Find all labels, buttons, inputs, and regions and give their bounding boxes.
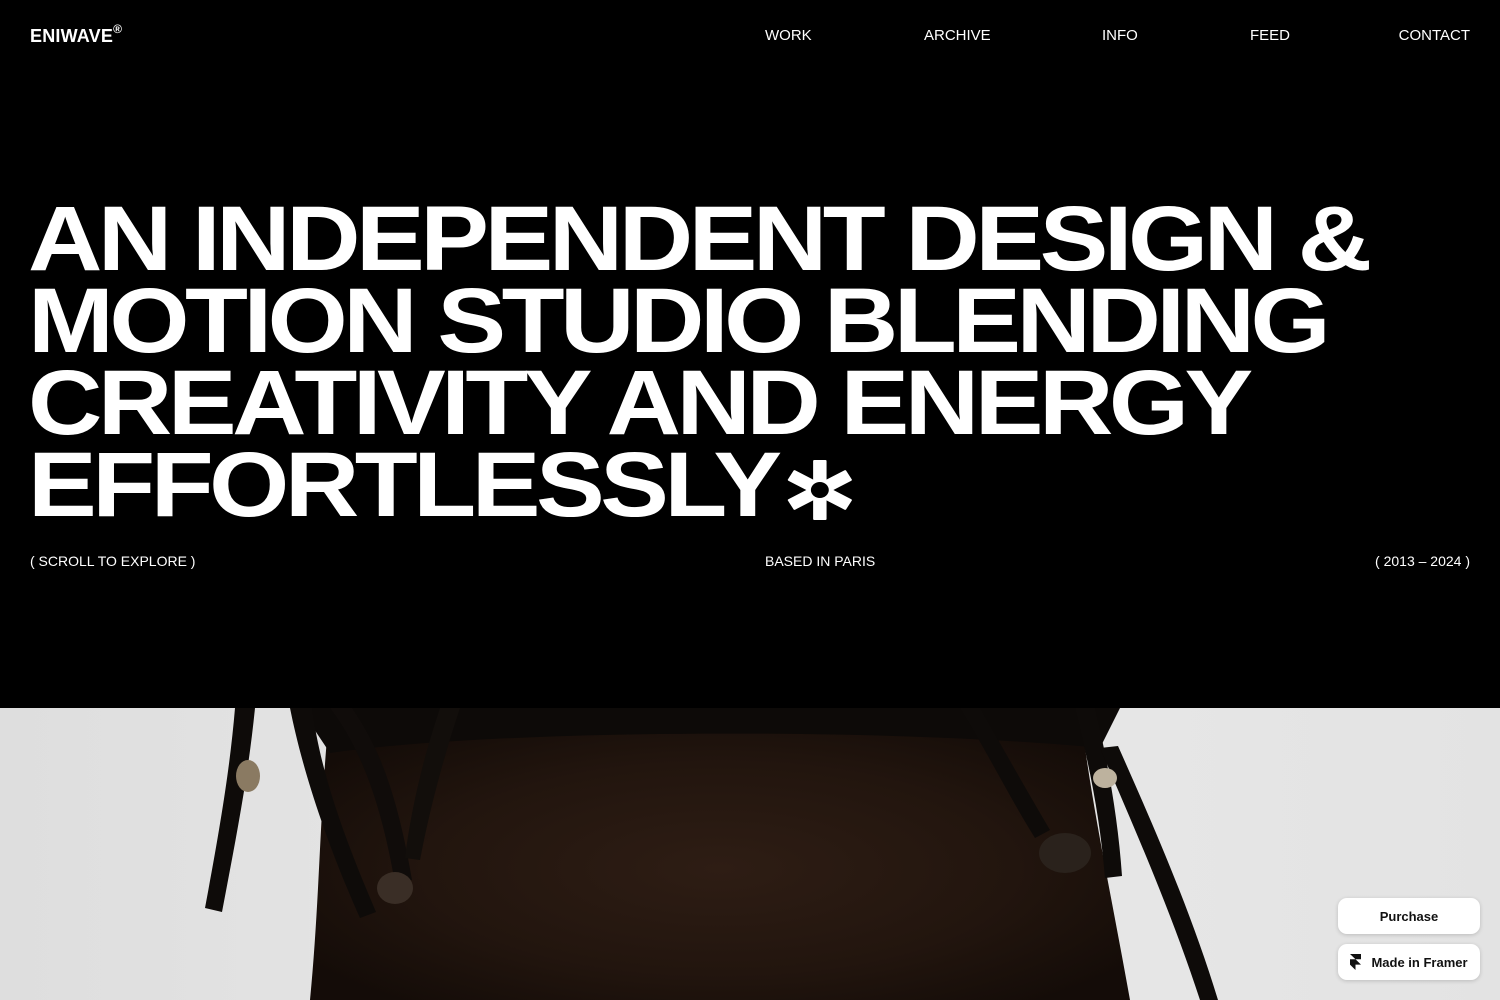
logo-text: ENIWAVE (30, 26, 114, 46)
nav-item-contact[interactable]: CONTACT (1399, 27, 1470, 44)
purchase-button[interactable]: Purchase (1338, 898, 1480, 934)
scroll-hint[interactable]: ( SCROLL TO EXPLORE ) (30, 553, 195, 569)
site-header: ENIWAVE® WORK ARCHIVE INFO FEED CONTACT (0, 0, 1500, 72)
portrait-photo (0, 708, 1500, 1000)
hero-headline: AN INDEPENDENT DESIGN & MOTION STUDIO BL… (28, 188, 1500, 531)
years-text: ( 2013 – 2024 ) (1375, 553, 1470, 569)
portrait-illustration (0, 708, 1500, 1000)
headline-line: EFFORTLESSLY (28, 434, 782, 536)
location-text: BASED IN PARIS (765, 553, 876, 569)
nav-item-archive[interactable]: ARCHIVE (924, 27, 991, 44)
headline-line: AN INDEPENDENT DESIGN & (28, 188, 1372, 290)
framer-logo-icon (1350, 954, 1362, 970)
headline-line: MOTION STUDIO BLENDING (28, 270, 1331, 372)
made-in-framer-button[interactable]: Made in Framer (1338, 944, 1480, 980)
registered-mark: ® (113, 22, 123, 36)
nav-item-feed[interactable]: FEED (1250, 27, 1290, 44)
logo[interactable]: ENIWAVE® (30, 22, 123, 47)
purchase-label: Purchase (1379, 908, 1439, 924)
nav-item-work[interactable]: WORK (765, 27, 812, 44)
nav-item-info[interactable]: INFO (1102, 27, 1138, 44)
headline-line-last: EFFORTLESSLY (28, 439, 1500, 531)
made-in-framer-label: Made in Framer (1371, 954, 1468, 970)
page: ENIWAVE® WORK ARCHIVE INFO FEED CONTACT … (0, 0, 1500, 1000)
headline-line: CREATIVITY AND ENERGY (28, 352, 1253, 454)
asterisk-icon (788, 460, 853, 520)
